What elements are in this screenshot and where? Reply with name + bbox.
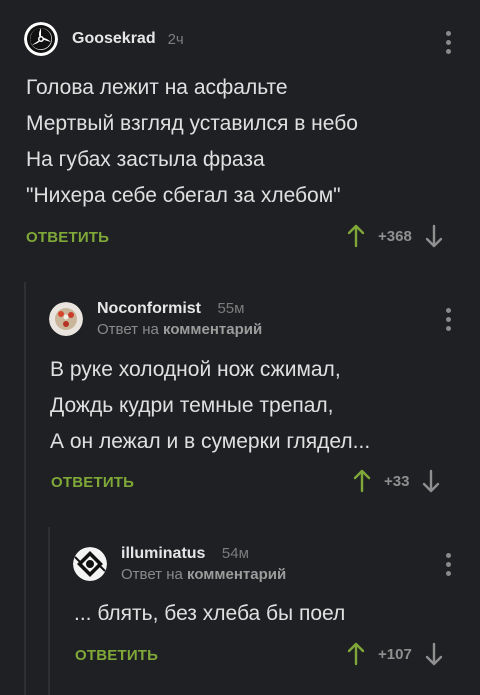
menu-dots-icon[interactable] bbox=[446, 553, 452, 576]
vote-controls: +33 bbox=[352, 469, 441, 493]
comment-time: 2ч bbox=[167, 30, 184, 48]
reply-to-link[interactable]: комментарий bbox=[187, 566, 286, 583]
avatar[interactable] bbox=[24, 22, 58, 56]
reply-to-prefix: Ответ на bbox=[97, 321, 159, 338]
avatar[interactable] bbox=[73, 547, 107, 581]
upvote-arrow-icon[interactable] bbox=[352, 469, 372, 493]
comment-text: ... блять, без хлеба бы поел bbox=[74, 602, 346, 625]
score: +107 bbox=[378, 645, 412, 663]
reply-to-prefix: Ответ на bbox=[121, 566, 183, 583]
author-name[interactable]: Noconformist bbox=[97, 300, 201, 317]
score: +33 bbox=[384, 472, 410, 490]
menu-dots-icon[interactable] bbox=[446, 308, 452, 331]
avatar[interactable] bbox=[49, 302, 83, 336]
comment-text: Голова лежит на асфальте Мертвый взгляд … bbox=[26, 76, 358, 207]
thread-line-level-1 bbox=[24, 282, 26, 695]
vote-controls: +107 bbox=[346, 642, 444, 666]
reply-to: Ответ на комментарий bbox=[97, 321, 262, 338]
score: +368 bbox=[378, 227, 412, 245]
downvote-arrow-icon[interactable] bbox=[421, 469, 441, 493]
vote-controls: +368 bbox=[346, 224, 444, 248]
menu-dots-icon[interactable] bbox=[446, 31, 452, 54]
reply-button[interactable]: ответить bbox=[26, 229, 109, 246]
comment-time: 55м bbox=[217, 300, 245, 317]
downvote-arrow-icon[interactable] bbox=[424, 642, 444, 666]
comment-time: 54м bbox=[221, 545, 249, 562]
reply-to: Ответ на комментарий bbox=[121, 566, 286, 583]
comment-header: illuminatus 54м Ответ на комментарий bbox=[73, 545, 286, 583]
thread-line-level-2 bbox=[48, 527, 50, 695]
comment-header: Noconformist 55м Ответ на комментарий bbox=[49, 300, 262, 338]
reply-button[interactable]: ответить bbox=[75, 647, 158, 664]
downvote-arrow-icon[interactable] bbox=[424, 224, 444, 248]
upvote-arrow-icon[interactable] bbox=[346, 224, 366, 248]
reply-button[interactable]: ответить bbox=[51, 474, 134, 491]
upvote-arrow-icon[interactable] bbox=[346, 642, 366, 666]
author-name[interactable]: illuminatus bbox=[121, 545, 205, 562]
reply-to-link[interactable]: комментарий bbox=[163, 321, 262, 338]
comment-header: Goosekrad 2ч bbox=[24, 22, 184, 56]
comment-text: В руке холодной нож сжимал, Дождь кудри … bbox=[50, 358, 371, 453]
author-name[interactable]: Goosekrad bbox=[72, 30, 156, 48]
